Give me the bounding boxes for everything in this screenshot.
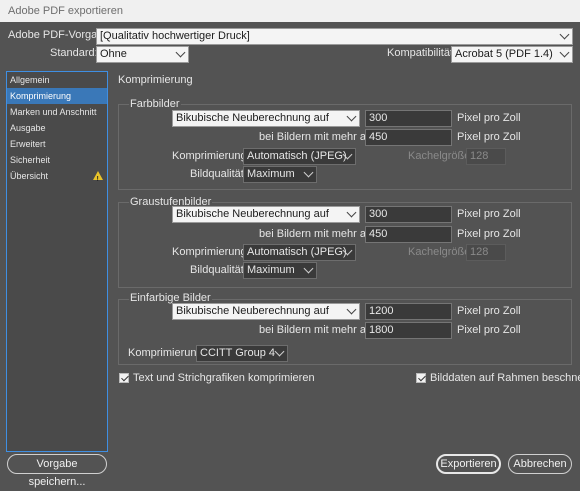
gray-tile-label: Kachelgröße: xyxy=(408,246,474,258)
checkmark-icon xyxy=(120,373,129,382)
color-compression-value: Automatisch (JPEG) xyxy=(247,150,347,162)
gray-compression-label: Komprimierung: xyxy=(172,246,250,258)
warning-icon xyxy=(93,171,103,188)
chevron-down-icon xyxy=(346,111,357,122)
gray-resample-value: Bikubische Neuberechnung auf xyxy=(176,208,329,220)
color-above-value: 450 xyxy=(369,131,388,143)
sidebar-item-komprimierung[interactable]: Komprimierung xyxy=(7,88,107,104)
mono-resample-value: Bikubische Neuberechnung auf xyxy=(176,305,329,317)
color-quality-value: Maximum xyxy=(247,168,295,180)
crop-image-data-checkbox[interactable] xyxy=(416,373,426,383)
color-quality-dropdown[interactable]: Maximum xyxy=(243,166,317,183)
mono-compression-dropdown[interactable]: CCITT Group 4 xyxy=(196,345,288,362)
mono-compression-value: CCITT Group 4 xyxy=(200,347,275,359)
color-ppi-input[interactable]: 300 xyxy=(365,110,452,127)
gray-quality-dropdown[interactable]: Maximum xyxy=(243,262,317,279)
color-resample-value: Bikubische Neuberechnung auf xyxy=(176,112,329,124)
sidebar-item-label: Sicherheit xyxy=(10,155,51,165)
save-preset-button[interactable]: Vorgabe speichern... xyxy=(7,454,107,488)
gray-tile-value: 128 xyxy=(470,246,489,258)
mono-ppi-unit: Pixel pro Zoll xyxy=(457,305,521,317)
section-title: Komprimierung xyxy=(118,74,193,86)
chevron-down-icon xyxy=(559,29,570,40)
sidebar-item-sicherheit[interactable]: Sicherheit xyxy=(7,152,107,168)
color-ppi-unit: Pixel pro Zoll xyxy=(457,112,521,124)
mono-ppi-input[interactable]: 1200 xyxy=(365,303,452,320)
cancel-button[interactable]: Abbrechen xyxy=(508,454,572,474)
sidebar-item-ausgabe[interactable]: Ausgabe xyxy=(7,120,107,136)
mono-above-label: bei Bildern mit mehr als: xyxy=(259,324,377,336)
sidebar-item-label: Übersicht xyxy=(10,171,49,181)
color-ppi-value: 300 xyxy=(369,112,388,124)
gray-ppi-input[interactable]: 300 xyxy=(365,206,452,223)
color-tile-input[interactable]: 128 xyxy=(466,148,506,165)
compat-dropdown[interactable]: Acrobat 5 (PDF 1.4) xyxy=(451,46,573,63)
gray-resample-dropdown[interactable]: Bikubische Neuberechnung auf xyxy=(172,206,360,223)
crop-image-data-label: Bilddaten auf Rahmen beschneiden xyxy=(430,372,580,384)
compress-text-label: Text und Strichgrafiken komprimieren xyxy=(133,372,315,384)
chevron-down-icon xyxy=(175,47,186,58)
mono-above-unit: Pixel pro Zoll xyxy=(457,324,521,336)
sidebar-item-label: Ausgabe xyxy=(10,123,46,133)
sidebar-item-uebersicht[interactable]: Übersicht xyxy=(7,168,107,188)
chevron-down-icon xyxy=(274,346,285,357)
mono-above-input[interactable]: 1800 xyxy=(365,322,452,339)
color-above-label: bei Bildern mit mehr als: xyxy=(259,131,377,143)
chevron-down-icon xyxy=(303,167,314,178)
mono-resample-dropdown[interactable]: Bikubische Neuberechnung auf xyxy=(172,303,360,320)
standard-label: Standard: xyxy=(50,47,98,59)
color-compression-dropdown[interactable]: Automatisch (JPEG) xyxy=(243,148,356,165)
chevron-down-icon xyxy=(303,263,314,274)
gray-above-value: 450 xyxy=(369,228,388,240)
gray-tile-input[interactable]: 128 xyxy=(466,244,506,261)
export-button[interactable]: Exportieren xyxy=(436,454,501,474)
color-above-unit: Pixel pro Zoll xyxy=(457,131,521,143)
compress-text-checkbox[interactable] xyxy=(119,373,129,383)
chevron-down-icon xyxy=(559,47,570,58)
sidebar: Allgemein Komprimierung Marken und Ansch… xyxy=(6,71,108,452)
gray-compression-value: Automatisch (JPEG) xyxy=(247,246,347,258)
standard-dropdown[interactable]: Ohne xyxy=(96,46,189,63)
save-preset-label: Vorgabe speichern... xyxy=(28,458,86,488)
gray-above-unit: Pixel pro Zoll xyxy=(457,228,521,240)
compat-label: Kompatibilität: xyxy=(387,47,457,59)
sidebar-item-label: Komprimierung xyxy=(10,91,72,101)
preset-dropdown[interactable]: [Qualitativ hochwertiger Druck] xyxy=(96,28,573,45)
sidebar-item-label: Marken und Anschnitt xyxy=(10,107,97,117)
sidebar-item-allgemein[interactable]: Allgemein xyxy=(7,72,107,88)
compat-value: Acrobat 5 (PDF 1.4) xyxy=(455,48,553,60)
mono-ppi-value: 1200 xyxy=(369,305,394,317)
color-resample-dropdown[interactable]: Bikubische Neuberechnung auf xyxy=(172,110,360,127)
color-compression-label: Komprimierung: xyxy=(172,150,250,162)
sidebar-item-label: Erweitert xyxy=(10,139,46,149)
color-above-input[interactable]: 450 xyxy=(365,129,452,146)
mono-compression-label: Komprimierung: xyxy=(128,347,206,359)
window-title-bar: Adobe PDF exportieren xyxy=(0,0,580,22)
color-quality-label: Bildqualität: xyxy=(190,168,247,180)
standard-value: Ohne xyxy=(100,48,127,60)
window-title: Adobe PDF exportieren xyxy=(8,5,123,17)
export-label: Exportieren xyxy=(440,458,497,470)
cancel-label: Abbrechen xyxy=(513,458,567,470)
sidebar-item-marken[interactable]: Marken und Anschnitt xyxy=(7,104,107,120)
gray-above-input[interactable]: 450 xyxy=(365,226,452,243)
color-tile-label: Kachelgröße: xyxy=(408,150,474,162)
gray-quality-label: Bildqualität: xyxy=(190,264,247,276)
gray-ppi-value: 300 xyxy=(369,208,388,220)
color-tile-value: 128 xyxy=(470,150,489,162)
sidebar-item-erweitert[interactable]: Erweitert xyxy=(7,136,107,152)
chevron-down-icon xyxy=(346,207,357,218)
mono-above-value: 1800 xyxy=(369,324,394,336)
gray-ppi-unit: Pixel pro Zoll xyxy=(457,208,521,220)
color-images-title: Farbbilder xyxy=(129,98,181,110)
chevron-down-icon xyxy=(346,304,357,315)
preset-value: [Qualitativ hochwertiger Druck] xyxy=(100,30,250,42)
gray-compression-dropdown[interactable]: Automatisch (JPEG) xyxy=(243,244,356,261)
sidebar-item-label: Allgemein xyxy=(10,75,50,85)
checkmark-icon xyxy=(417,373,426,382)
gray-above-label: bei Bildern mit mehr als: xyxy=(259,228,377,240)
gray-quality-value: Maximum xyxy=(247,264,295,276)
